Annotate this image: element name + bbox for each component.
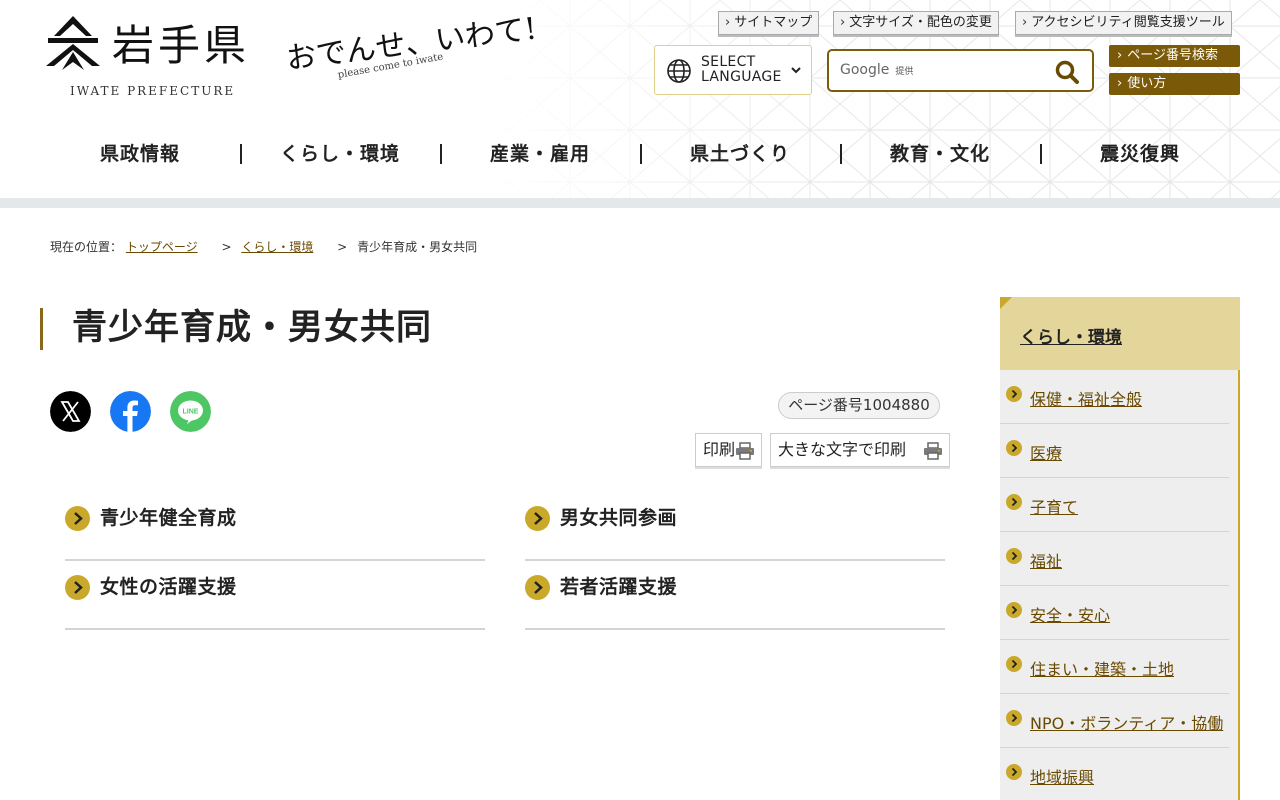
globe-icon [667,59,691,83]
how-to-use-button[interactable]: › 使い方 [1109,73,1240,95]
logo-english: IWATE PREFECTURE [70,84,236,98]
print-large-label: 大きな文字で印刷 [778,440,907,459]
side-nav-header: くらし・環境 [1000,297,1240,370]
side-item-health-welfare[interactable]: 保健・福祉全般 [1000,370,1229,424]
select-language-button[interactable]: SELECT LANGUAGE [654,45,812,95]
page-title: 青少年育成・男女共同 [40,308,432,350]
circle-arrow-icon [65,506,90,531]
line-icon[interactable]: LINE [170,391,211,432]
tagline: おでんせ、いわて! please come to iwate [284,11,538,94]
iwate-emblem-icon [46,16,100,70]
link-label: 男女共同参画 [560,507,678,529]
side-item-npo[interactable]: NPO・ボランティア・協働 [1000,694,1229,748]
side-item-label: NPO・ボランティア・協働 [1030,714,1224,733]
side-item-regional[interactable]: 地域振興 [1000,748,1229,800]
circle-arrow-icon [525,506,550,531]
sitemap-link[interactable]: › サイトマップ [718,11,820,35]
link-youth-development[interactable]: 青少年健全育成 [65,493,485,561]
page-number-badge: ページ番号1004880 [778,392,940,419]
text-size-color-link[interactable]: › 文字サイズ・配色の変更 [833,11,999,35]
gnav-sangyo[interactable]: 産業・雇用 [440,134,640,174]
circle-arrow-icon [1006,656,1022,672]
select-language-label: SELECT LANGUAGE [701,54,782,85]
circle-arrow-icon [1006,440,1022,456]
header-divider [0,198,1280,208]
printer-icon [924,442,942,460]
link-women-activity[interactable]: 女性の活躍支援 [65,562,485,630]
global-nav: 県政情報 くらし・環境 産業・雇用 県土づくり 教育・文化 震災復興 [40,134,1240,174]
chevron-right-icon: › [1022,15,1028,30]
breadcrumb-separator: > [221,240,232,254]
gnav-kurashi[interactable]: くらし・環境 [240,134,440,174]
side-item-housing[interactable]: 住まい・建築・土地 [1000,640,1229,694]
chevron-right-icon: › [1117,48,1123,63]
side-item-label: 子育て [1030,498,1079,517]
gnav-kyoiku[interactable]: 教育・文化 [840,134,1040,174]
gnav-kendo[interactable]: 県土づくり [640,134,840,174]
search-input[interactable]: Google 提供 [827,49,1094,92]
side-item-safety[interactable]: 安全・安心 [1000,586,1229,640]
side-item-label: 医療 [1030,444,1063,463]
print-button[interactable]: 印刷 [695,433,762,467]
print-large-text-button[interactable]: 大きな文字で印刷 [770,433,950,467]
side-item-childcare[interactable]: 子育て [1000,478,1229,532]
chevron-right-icon: › [1117,76,1123,91]
side-item-label: 地域振興 [1030,768,1095,787]
svg-text:LINE: LINE [183,409,199,416]
gnav-shinsai[interactable]: 震災復興 [1040,134,1240,174]
facebook-icon[interactable] [110,391,151,432]
print-label: 印刷 [703,440,736,459]
link-youth-activity[interactable]: 若者活躍支援 [525,562,945,630]
accessibility-tool-link[interactable]: › アクセシビリティ閲覧支援ツール [1015,11,1232,35]
breadcrumb: 現在の位置： トップページ > くらし・環境 > 青少年育成・男女共同 [50,238,477,255]
circle-arrow-icon [1006,548,1022,564]
circle-arrow-icon [1006,494,1022,510]
printer-icon [736,442,754,460]
breadcrumb-kurashi[interactable]: くらし・環境 [241,240,313,254]
page-number-search-button[interactable]: › ページ番号検索 [1109,45,1240,67]
side-item-medical[interactable]: 医療 [1000,424,1229,478]
circle-arrow-icon [1006,386,1022,402]
link-label: 青少年健全育成 [100,507,237,529]
circle-arrow-icon [1006,602,1022,618]
circle-arrow-icon [1006,764,1022,780]
side-item-welfare[interactable]: 福祉 [1000,532,1229,586]
breadcrumb-separator: > [337,240,348,254]
logo-name: 岩手県 [112,21,251,70]
search-icon[interactable] [1054,59,1080,85]
side-item-label: 住まい・建築・土地 [1030,660,1175,679]
gnav-kensei[interactable]: 県政情報 [40,134,240,174]
circle-arrow-icon [525,575,550,600]
link-gender-equality[interactable]: 男女共同参画 [525,493,945,561]
breadcrumb-current: 青少年育成・男女共同 [357,240,478,254]
google-search-label: Google 提供 [840,62,914,78]
side-nav-title[interactable]: くらし・環境 [1020,323,1122,348]
corner-decoration [1000,297,1012,309]
chevron-right-icon: › [725,15,731,30]
site-logo[interactable]: 岩手県 IWATE PREFECTURE [40,12,270,102]
link-label: 女性の活躍支援 [100,576,237,598]
breadcrumb-top[interactable]: トップページ [126,240,198,254]
side-item-label: 保健・福祉全般 [1030,390,1143,409]
side-item-label: 福祉 [1030,552,1063,571]
circle-arrow-icon [65,575,90,600]
link-label: 若者活躍支援 [560,576,678,598]
chevron-down-icon [791,67,801,74]
site-header: 岩手県 IWATE PREFECTURE おでんせ、いわて! please co… [0,0,1280,198]
x-icon[interactable] [50,391,91,432]
side-nav: くらし・環境 保健・福祉全般 医療 子育て 福祉 安全・安心 住まい・建築・土地… [1000,297,1240,800]
chevron-right-icon: › [840,15,846,30]
breadcrumb-prefix: 現在の位置： [50,240,123,254]
side-item-label: 安全・安心 [1030,606,1111,625]
circle-arrow-icon [1006,710,1022,726]
